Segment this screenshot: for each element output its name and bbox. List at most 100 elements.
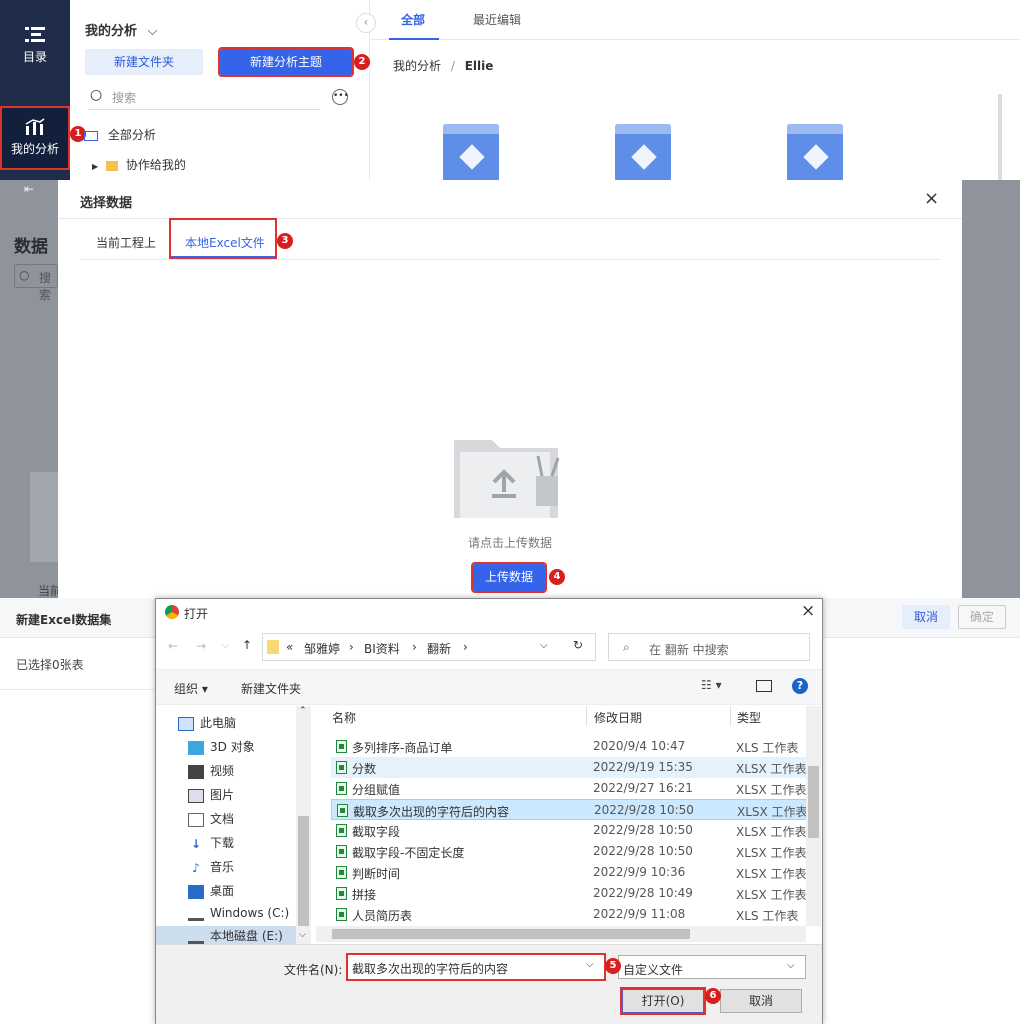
scrollbar[interactable]: [998, 94, 1002, 180]
path-segment[interactable]: BI资料: [364, 640, 400, 657]
file-list-scrollbar[interactable]: [806, 706, 821, 926]
tab-local-excel-label: 本地Excel文件: [185, 236, 265, 250]
filename-input[interactable]: 截取多次出现的字符后的内容 ⌵: [346, 953, 606, 981]
open-file-dialog: 打开 × ← → ⌵ ↑ « 邹雅婷 › BI资料 › 翻新 › ⌵ ↻ ⌕ 在…: [155, 598, 823, 1024]
search-input[interactable]: ○ 搜索: [88, 86, 320, 110]
h-scroll-thumb[interactable]: [332, 929, 690, 939]
tab-all[interactable]: 全部: [401, 11, 425, 28]
preview-pane-icon[interactable]: [756, 680, 772, 692]
nav-music[interactable]: ♪ 音乐: [188, 858, 234, 875]
file-scroll-thumb[interactable]: [808, 766, 819, 838]
tab-local-excel[interactable]: 本地Excel文件: [169, 218, 277, 260]
tab-recent[interactable]: 最近编辑: [473, 11, 521, 28]
table-row[interactable]: 分数 2022/9/19 15:35 XLSX 工作表: [331, 757, 821, 778]
dialog-footer: 文件名(N): 截取多次出现的字符后的内容 ⌵ 自定义文件 ⌵ 打开(O) 取消: [156, 944, 822, 1024]
nav-drive-c[interactable]: Windows (C:): [188, 906, 289, 921]
back-icon[interactable]: ←: [168, 639, 178, 653]
tree-item-shared[interactable]: ▶ 协作给我的: [92, 156, 186, 173]
organize-menu[interactable]: 组织 ▾: [174, 680, 208, 697]
path-segment[interactable]: 邹雅婷: [304, 640, 340, 657]
folder-upload-icon: [454, 440, 560, 518]
chevron-down-icon[interactable]: ⌵: [222, 640, 230, 651]
exit-icon[interactable]: ⇤: [24, 182, 34, 196]
nav-desktop[interactable]: 桌面: [188, 882, 234, 899]
nav-downloads[interactable]: ↓ 下载: [188, 834, 234, 851]
search-input[interactable]: ⌕ 在 翻新 中搜索: [608, 633, 810, 661]
sidebar-item-my-analysis[interactable]: 我的分析: [0, 106, 70, 170]
step-badge-5: 5: [605, 958, 621, 974]
excel-file-icon: [336, 761, 347, 774]
close-icon[interactable]: ×: [924, 188, 939, 209]
filename-label: 文件名(N):: [284, 963, 343, 977]
step-badge-6: 6: [705, 988, 721, 1004]
column-date[interactable]: 修改日期: [594, 709, 642, 726]
file-date: 2022/9/9 10:36: [593, 865, 686, 879]
search-placeholder: 搜索: [112, 91, 137, 105]
new-folder-button[interactable]: 新建文件夹: [85, 49, 203, 75]
help-icon[interactable]: ?: [792, 678, 808, 694]
nav-pictures[interactable]: 图片: [188, 786, 234, 803]
analysis-icon: [84, 130, 98, 141]
table-row[interactable]: 判断时间 2022/9/9 10:36 XLSX 工作表: [331, 862, 821, 883]
breadcrumb-root[interactable]: 我的分析: [393, 59, 441, 73]
nav-label: 视频: [210, 764, 235, 778]
column-type[interactable]: 类型: [737, 709, 761, 726]
cancel-button[interactable]: 取消: [720, 989, 802, 1013]
nav-documents[interactable]: 文档: [188, 810, 234, 827]
table-row[interactable]: 拼接 2022/9/28 10:49 XLSX 工作表: [331, 883, 821, 904]
filetype-value: 自定义文件: [623, 963, 684, 977]
theme-icon: [803, 144, 829, 170]
table-row[interactable]: 多列排序-商品订单 2020/9/4 10:47 XLS 工作表: [331, 736, 821, 757]
file-date: 2022/9/28 10:49: [593, 886, 693, 900]
tab-current-project[interactable]: 当前工程上: [96, 234, 156, 251]
file-name: 拼接: [352, 888, 377, 902]
analysis-card[interactable]: [443, 124, 499, 182]
nav-3d-objects[interactable]: 3D 对象: [188, 738, 255, 755]
table-row[interactable]: 截取多次出现的字符后的内容 2022/9/28 10:50 XLSX 工作表: [331, 799, 821, 820]
tree-item-all[interactable]: 全部分析: [84, 126, 156, 143]
filetype-select[interactable]: 自定义文件 ⌵: [618, 955, 806, 979]
data-search-placeholder: 搜索: [39, 271, 52, 302]
table-row[interactable]: 截取字段 2022/9/28 10:50 XLSX 工作表: [331, 820, 821, 841]
download-icon: ↓: [190, 836, 202, 851]
horizontal-scrollbar[interactable]: [316, 926, 806, 942]
close-icon[interactable]: ×: [801, 601, 815, 621]
new-folder-button[interactable]: 新建文件夹: [241, 680, 301, 697]
data-search-input[interactable]: ○ 搜索: [14, 264, 58, 302]
more-icon[interactable]: •••: [332, 89, 349, 105]
table-row[interactable]: 人员简历表 2022/9/9 11:08 XLS 工作表: [331, 904, 821, 925]
nav-this-pc[interactable]: 此电脑: [178, 714, 236, 731]
up-icon[interactable]: ↑: [242, 638, 252, 652]
panel-title[interactable]: 我的分析 ⌵: [85, 20, 157, 39]
path-segment[interactable]: 翻新: [427, 640, 451, 657]
cancel-button[interactable]: 取消: [902, 605, 950, 629]
open-button[interactable]: 打开(O): [620, 987, 706, 1015]
forward-icon[interactable]: →: [196, 639, 206, 653]
analysis-card[interactable]: [615, 124, 671, 182]
search-placeholder: 在 翻新 中搜索: [649, 643, 729, 657]
view-options-icon[interactable]: ☷ ▾: [701, 678, 722, 692]
tree-item-all-label: 全部分析: [107, 128, 156, 142]
nav-scrollbar[interactable]: ⌃ ⌵: [296, 706, 311, 946]
upload-data-button[interactable]: 上传数据: [471, 562, 547, 593]
table-row[interactable]: 截取字段-不固定长度 2022/9/28 10:50 XLSX 工作表: [331, 841, 821, 862]
column-name[interactable]: 名称: [332, 709, 356, 726]
file-date: 2022/9/27 16:21: [593, 781, 693, 795]
nav-videos[interactable]: 视频: [188, 762, 234, 779]
chevron-down-icon[interactable]: ⌵: [586, 959, 594, 970]
nav-scroll-thumb[interactable]: [298, 816, 309, 926]
refresh-icon[interactable]: ↻: [573, 638, 583, 652]
sidebar-item-catalog[interactable]: 目录: [0, 14, 70, 78]
new-theme-button[interactable]: 新建分析主题: [218, 47, 354, 77]
nav-drive-e[interactable]: 本地磁盘 (E:): [156, 926, 296, 946]
address-bar[interactable]: « 邹雅婷 › BI资料 › 翻新 › ⌵ ↻: [262, 633, 596, 661]
nav-label: 3D 对象: [210, 740, 255, 754]
analysis-card[interactable]: [787, 124, 843, 182]
chevron-down-icon[interactable]: ⌵: [540, 640, 548, 651]
step-badge-2: 2: [354, 54, 370, 70]
nav-label: 下载: [210, 836, 235, 850]
table-row[interactable]: 分组赋值 2022/9/27 16:21 XLSX 工作表: [331, 778, 821, 799]
scroll-down-icon: ⌵: [299, 930, 306, 940]
confirm-button[interactable]: 确定: [958, 605, 1006, 629]
dialog-title: 打开: [184, 607, 209, 621]
